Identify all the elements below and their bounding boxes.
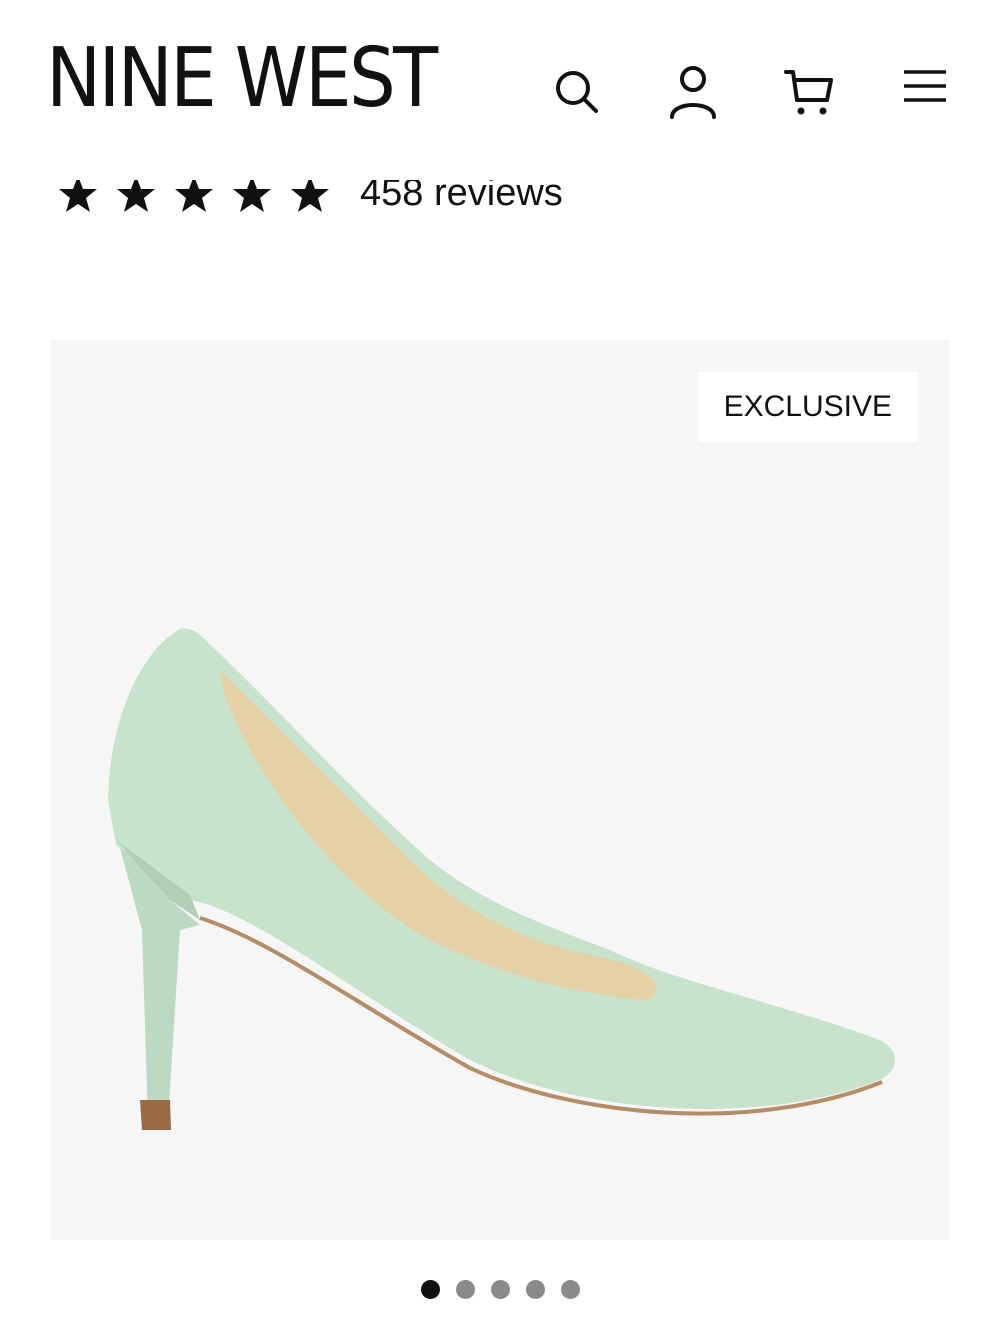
site-header: NINE WEST <box>0 0 1000 150</box>
search-button[interactable] <box>549 64 605 120</box>
pagination-dot[interactable] <box>525 1280 545 1299</box>
exclusive-badge: EXCLUSIVE <box>697 372 918 442</box>
pagination-dot[interactable] <box>490 1280 510 1299</box>
brand-logo[interactable]: NINE WEST <box>46 38 438 120</box>
star-icon <box>175 180 213 212</box>
product-image-gallery[interactable]: EXCLUSIVE <box>50 340 950 1240</box>
pagination-dot[interactable] <box>560 1280 580 1299</box>
star-icon <box>291 180 329 212</box>
menu-button[interactable] <box>897 58 953 114</box>
search-icon <box>556 71 598 113</box>
cart-icon <box>784 70 833 115</box>
product-rating[interactable]: 458 reviews <box>58 180 958 224</box>
star-icon <box>59 180 97 212</box>
review-count[interactable]: 458 reviews <box>360 180 563 215</box>
star-icon <box>233 180 271 212</box>
pagination-dot[interactable] <box>455 1280 475 1299</box>
account-button[interactable] <box>665 64 721 120</box>
product-image[interactable] <box>50 340 950 1240</box>
star-icon <box>117 180 155 212</box>
menu-icon <box>904 70 946 102</box>
pagination-dot[interactable] <box>420 1280 440 1299</box>
gallery-pagination <box>0 1280 1000 1299</box>
cart-button[interactable] <box>781 64 837 120</box>
account-icon <box>670 66 716 119</box>
